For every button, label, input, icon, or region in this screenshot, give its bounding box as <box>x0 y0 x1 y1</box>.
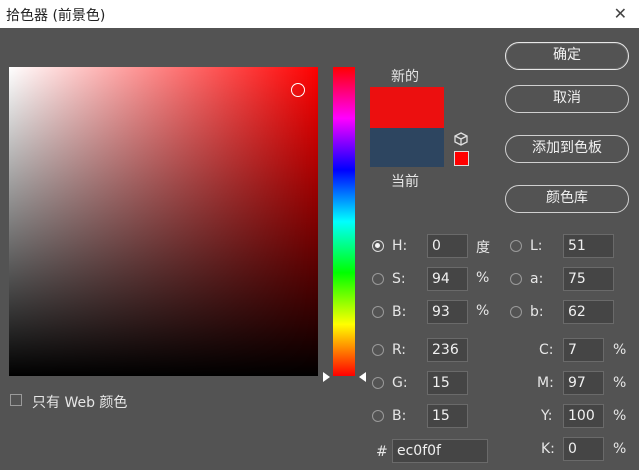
b-brightness-input[interactable]: 93 <box>427 300 468 324</box>
web-colors-only-checkbox[interactable] <box>10 394 22 406</box>
title-bar: 拾色器 (前景色) ✕ <box>0 0 639 28</box>
lab-b-label: b: <box>530 304 544 320</box>
radio-r[interactable] <box>372 344 384 356</box>
h-input[interactable]: 0 <box>427 234 468 258</box>
new-color-swatch <box>370 87 444 128</box>
out-of-gamut-cube-icon[interactable] <box>454 132 468 146</box>
r-label: R: <box>392 342 407 358</box>
add-to-swatches-button[interactable]: 添加到色板 <box>505 135 629 163</box>
m-input[interactable]: 97 <box>563 371 604 395</box>
s-label: S: <box>392 271 406 287</box>
radio-rgb-b[interactable] <box>372 410 384 422</box>
g-label: G: <box>392 375 408 391</box>
radio-b-brightness[interactable] <box>372 306 384 318</box>
color-libraries-button[interactable]: 颜色库 <box>505 185 629 213</box>
window-title: 拾色器 (前景色) <box>6 8 106 24</box>
hue-slider[interactable] <box>333 67 355 376</box>
h-unit: 度 <box>476 240 490 256</box>
k-input[interactable]: 0 <box>563 437 604 461</box>
gamut-warning-swatch[interactable] <box>454 151 469 166</box>
hue-slider-right-handle-icon[interactable] <box>359 372 366 382</box>
a-label: a: <box>530 271 544 287</box>
radio-lab-b[interactable] <box>510 306 522 318</box>
current-color-swatch[interactable] <box>370 128 444 167</box>
cancel-button[interactable]: 取消 <box>505 85 629 113</box>
color-picker-marker[interactable] <box>291 83 305 97</box>
hue-slider-left-handle-icon[interactable] <box>323 372 330 382</box>
k-label: K: <box>541 441 555 457</box>
b-brightness-label: B: <box>392 304 407 320</box>
current-color-label: 当前 <box>391 174 419 190</box>
close-icon[interactable]: ✕ <box>614 4 627 23</box>
y-input[interactable]: 100 <box>563 404 604 428</box>
color-field[interactable] <box>9 67 318 376</box>
a-input[interactable]: 75 <box>563 267 614 291</box>
radio-h[interactable] <box>372 240 384 252</box>
radio-s[interactable] <box>372 273 384 285</box>
radio-l[interactable] <box>510 240 522 252</box>
m-unit: % <box>613 375 627 391</box>
hex-label: # <box>376 444 388 460</box>
s-input[interactable]: 94 <box>427 267 468 291</box>
radio-a[interactable] <box>510 273 522 285</box>
c-label: C: <box>539 342 554 358</box>
c-input[interactable]: 7 <box>563 338 604 362</box>
c-unit: % <box>613 342 627 358</box>
hex-input[interactable]: ec0f0f <box>392 439 488 463</box>
y-unit: % <box>613 408 627 424</box>
y-label: Y: <box>541 408 553 424</box>
lab-b-input[interactable]: 62 <box>563 300 614 324</box>
m-label: M: <box>537 375 554 391</box>
l-input[interactable]: 51 <box>563 234 614 258</box>
rgb-b-label: B: <box>392 408 407 424</box>
web-colors-only-label[interactable]: 只有 Web 颜色 <box>32 392 127 412</box>
r-input[interactable]: 236 <box>427 338 468 362</box>
k-unit: % <box>613 441 627 457</box>
ok-button[interactable]: 确定 <box>505 42 629 70</box>
new-color-label: 新的 <box>391 69 419 85</box>
radio-g[interactable] <box>372 377 384 389</box>
l-label: L: <box>530 238 543 254</box>
s-unit: % <box>476 270 490 286</box>
g-input[interactable]: 15 <box>427 371 468 395</box>
rgb-b-input[interactable]: 15 <box>427 404 468 428</box>
b-brightness-unit: % <box>476 303 490 319</box>
h-label: H: <box>392 238 408 254</box>
